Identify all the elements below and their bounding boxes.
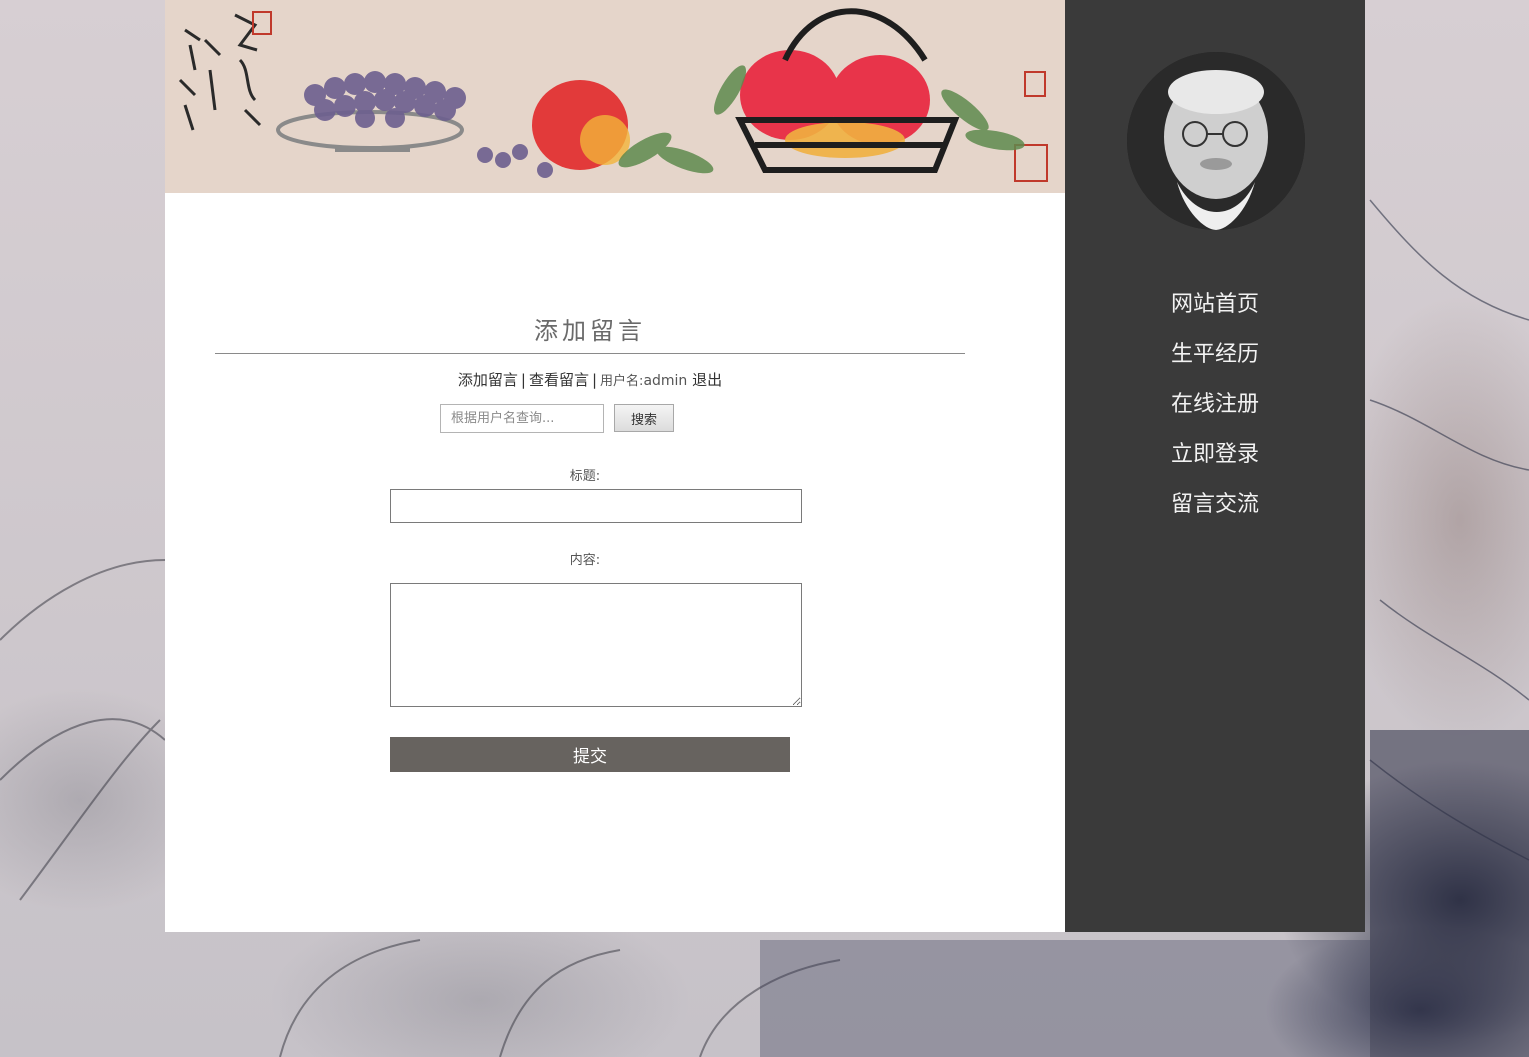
sidebar: 网站首页 生平经历 在线注册 立即登录 留言交流 [1065, 0, 1365, 932]
content-field[interactable] [390, 583, 802, 707]
title-label: 标题: [569, 469, 601, 484]
content-area: 添加留言 添加留言|查看留言|用户名:admin 退出 搜索 标题: 内容: 提… [165, 193, 1065, 932]
separator: | [591, 371, 598, 389]
content-label: 内容: [569, 553, 601, 568]
action-links: 添加留言 | 查看留言 | 用户名:admin 退出 [165, 369, 1015, 390]
fruit-painting-banner [165, 0, 1065, 193]
sidebar-nav: 网站首页 生平经历 在线注册 立即登录 留言交流 [1065, 280, 1365, 530]
title-divider [215, 353, 965, 354]
search-input[interactable] [440, 404, 604, 433]
separator: | [520, 371, 526, 389]
add-message-link[interactable]: 添加留言 [458, 371, 518, 389]
page-title: 添加留言 [534, 317, 646, 345]
sidebar-item-biography[interactable]: 生平经历 [1065, 330, 1365, 380]
username-label: 用户名: [600, 374, 644, 389]
title-field[interactable] [390, 489, 802, 523]
sidebar-item-home[interactable]: 网站首页 [1065, 280, 1365, 330]
sidebar-item-login[interactable]: 立即登录 [1065, 430, 1365, 480]
submit-button[interactable]: 提交 [390, 737, 790, 772]
sidebar-item-messages[interactable]: 留言交流 [1065, 480, 1365, 530]
view-messages-link[interactable]: 查看留言 [529, 371, 589, 389]
username-value: admin [643, 373, 688, 389]
portrait-avatar [1127, 52, 1305, 230]
main-panel: 添加留言 添加留言|查看留言|用户名:admin 退出 搜索 标题: 内容: 提… [165, 0, 1065, 932]
sidebar-item-register[interactable]: 在线注册 [1065, 380, 1365, 430]
search-button[interactable]: 搜索 [614, 404, 674, 432]
logout-link[interactable]: 退出 [692, 371, 722, 389]
